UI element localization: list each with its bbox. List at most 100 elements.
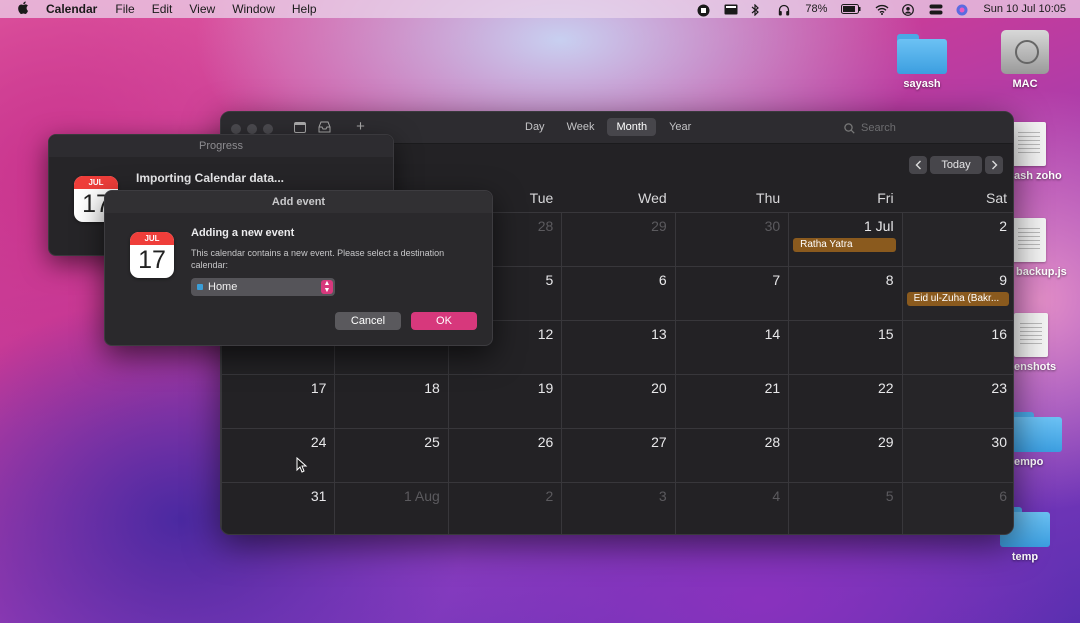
user-icon[interactable] <box>902 3 915 16</box>
day-cell[interactable]: 24 <box>221 428 335 482</box>
control-center-icon[interactable] <box>929 4 943 15</box>
day-cell[interactable]: 28 <box>674 428 789 482</box>
battery-icon[interactable] <box>841 3 861 15</box>
progress-message: Importing Calendar data... <box>136 171 285 185</box>
search-field[interactable]: Search <box>838 119 1003 137</box>
day-cell[interactable]: 5 <box>788 482 902 534</box>
siri-icon[interactable] <box>956 4 969 15</box>
day-cell[interactable]: 18 <box>334 374 448 428</box>
desktop-file-backup-js[interactable]: backup.js <box>1004 218 1074 278</box>
day-cell[interactable]: 31 <box>221 482 335 534</box>
day-cell[interactable]: 30 <box>674 212 789 266</box>
document-icon <box>1012 122 1046 166</box>
day-cell[interactable]: 20 <box>561 374 675 428</box>
day-cell[interactable]: 21 <box>674 374 789 428</box>
dialog-heading: Adding a new event <box>191 227 295 239</box>
tab-week[interactable]: Week <box>558 118 604 136</box>
day-cell[interactable]: 16 <box>901 320 1013 374</box>
cancel-button[interactable]: Cancel <box>335 312 401 330</box>
headphones-icon[interactable] <box>778 4 791 15</box>
day-cell[interactable]: 7 <box>674 266 789 320</box>
menu-help[interactable]: Help <box>292 2 317 16</box>
day-cell[interactable]: 30 <box>901 428 1013 482</box>
day-cell[interactable]: 1 Aug <box>334 482 448 534</box>
desktop-disk-mac[interactable]: MAC <box>990 30 1060 90</box>
day-number: 14 <box>764 326 781 342</box>
day-cell[interactable]: 13 <box>561 320 675 374</box>
day-cell[interactable]: 9 Eid ul-Zuha (Bakr... <box>901 266 1013 320</box>
day-number: 3 <box>658 488 667 504</box>
day-cell[interactable]: 26 <box>447 428 562 482</box>
day-number: 30 <box>764 218 781 234</box>
day-cell[interactable]: 6 <box>901 482 1013 534</box>
weekday-label: Wed <box>638 190 667 206</box>
day-number: 25 <box>424 434 440 450</box>
chevron-left-icon <box>915 160 921 170</box>
day-cell[interactable]: 22 <box>788 374 902 428</box>
calendar-event[interactable]: Ratha Yatra <box>793 238 896 252</box>
calendar-event[interactable]: Eid ul-Zuha (Bakr... <box>906 292 1009 306</box>
zoom-window-button[interactable] <box>263 124 273 134</box>
menu-window[interactable]: Window <box>232 2 275 16</box>
apple-menu-icon[interactable] <box>18 1 32 17</box>
previous-month-button[interactable] <box>909 156 927 174</box>
destination-calendar-select[interactable]: Home ▲ ▼ <box>191 278 335 296</box>
day-cell[interactable]: 27 <box>561 428 675 482</box>
day-cell[interactable]: 1 Jul Ratha Yatra <box>788 212 902 266</box>
inbox-icon[interactable] <box>318 121 331 133</box>
day-number: 16 <box>991 326 1007 342</box>
stop-recording-icon[interactable] <box>697 4 710 16</box>
ok-button[interactable]: OK <box>411 312 477 330</box>
day-cell[interactable]: 15 <box>788 320 902 374</box>
day-cell[interactable]: 17 <box>221 374 335 428</box>
desktop-folder-tempo[interactable]: empo <box>1004 412 1074 468</box>
day-cell[interactable]: 4 <box>674 482 789 534</box>
day-number: 6 <box>999 488 1007 504</box>
minimize-window-button[interactable] <box>247 124 257 134</box>
day-number: 5 <box>545 272 554 288</box>
next-month-button[interactable] <box>985 156 1003 174</box>
day-number: 27 <box>651 434 667 450</box>
day-number: 21 <box>764 380 781 396</box>
add-event-icon[interactable]: + <box>354 119 367 134</box>
today-button[interactable]: Today <box>930 156 982 174</box>
menu-file[interactable]: File <box>115 2 134 16</box>
day-number: 28 <box>764 434 781 450</box>
day-cell[interactable]: 6 <box>561 266 675 320</box>
day-cell[interactable]: 29 <box>561 212 675 266</box>
close-window-button[interactable] <box>231 124 241 134</box>
js-file-icon <box>1012 218 1046 262</box>
day-cell[interactable]: 25 <box>334 428 448 482</box>
day-cell[interactable]: 8 <box>788 266 902 320</box>
day-cell[interactable]: 29 <box>788 428 902 482</box>
selected-calendar-label: Home <box>208 281 238 293</box>
app-menu-calendar[interactable]: Calendar <box>46 2 97 16</box>
menu-clock[interactable]: Sun 10 Jul 10:05 <box>983 3 1066 15</box>
menu-edit[interactable]: Edit <box>152 2 173 16</box>
day-cell[interactable]: 19 <box>447 374 562 428</box>
tab-year[interactable]: Year <box>660 118 700 136</box>
popup-chevrons-icon: ▲ ▼ <box>321 280 333 294</box>
bluetooth-icon[interactable] <box>751 3 764 16</box>
calendar-list-icon[interactable] <box>293 121 306 133</box>
tab-day[interactable]: Day <box>516 118 554 136</box>
desktop-folder-sayash[interactable]: sayash <box>887 34 957 90</box>
dialog-message: This calendar contains a new event. Plea… <box>191 248 445 270</box>
day-cell[interactable]: 23 <box>901 374 1013 428</box>
day-cell[interactable]: 3 <box>561 482 675 534</box>
wifi-icon[interactable] <box>875 4 889 15</box>
day-cell[interactable]: 2 <box>901 212 1013 266</box>
desktop-file-screenshots[interactable]: enshots <box>1004 313 1074 373</box>
battery-percent: 78% <box>805 3 828 15</box>
window-controls <box>231 124 273 134</box>
day-cell[interactable]: 14 <box>674 320 789 374</box>
menu-view[interactable]: View <box>189 2 215 16</box>
day-cell[interactable]: 2 <box>447 482 562 534</box>
calendar-color-swatch <box>197 284 203 290</box>
day-number: 23 <box>991 380 1007 396</box>
tab-month[interactable]: Month <box>607 118 657 136</box>
screen-icon[interactable] <box>724 4 738 15</box>
day-number: 8 <box>885 272 894 288</box>
desktop-icon-label: ash zoho <box>1014 170 1062 182</box>
desktop-file-ash-zoho[interactable]: ash zoho <box>1004 122 1074 182</box>
